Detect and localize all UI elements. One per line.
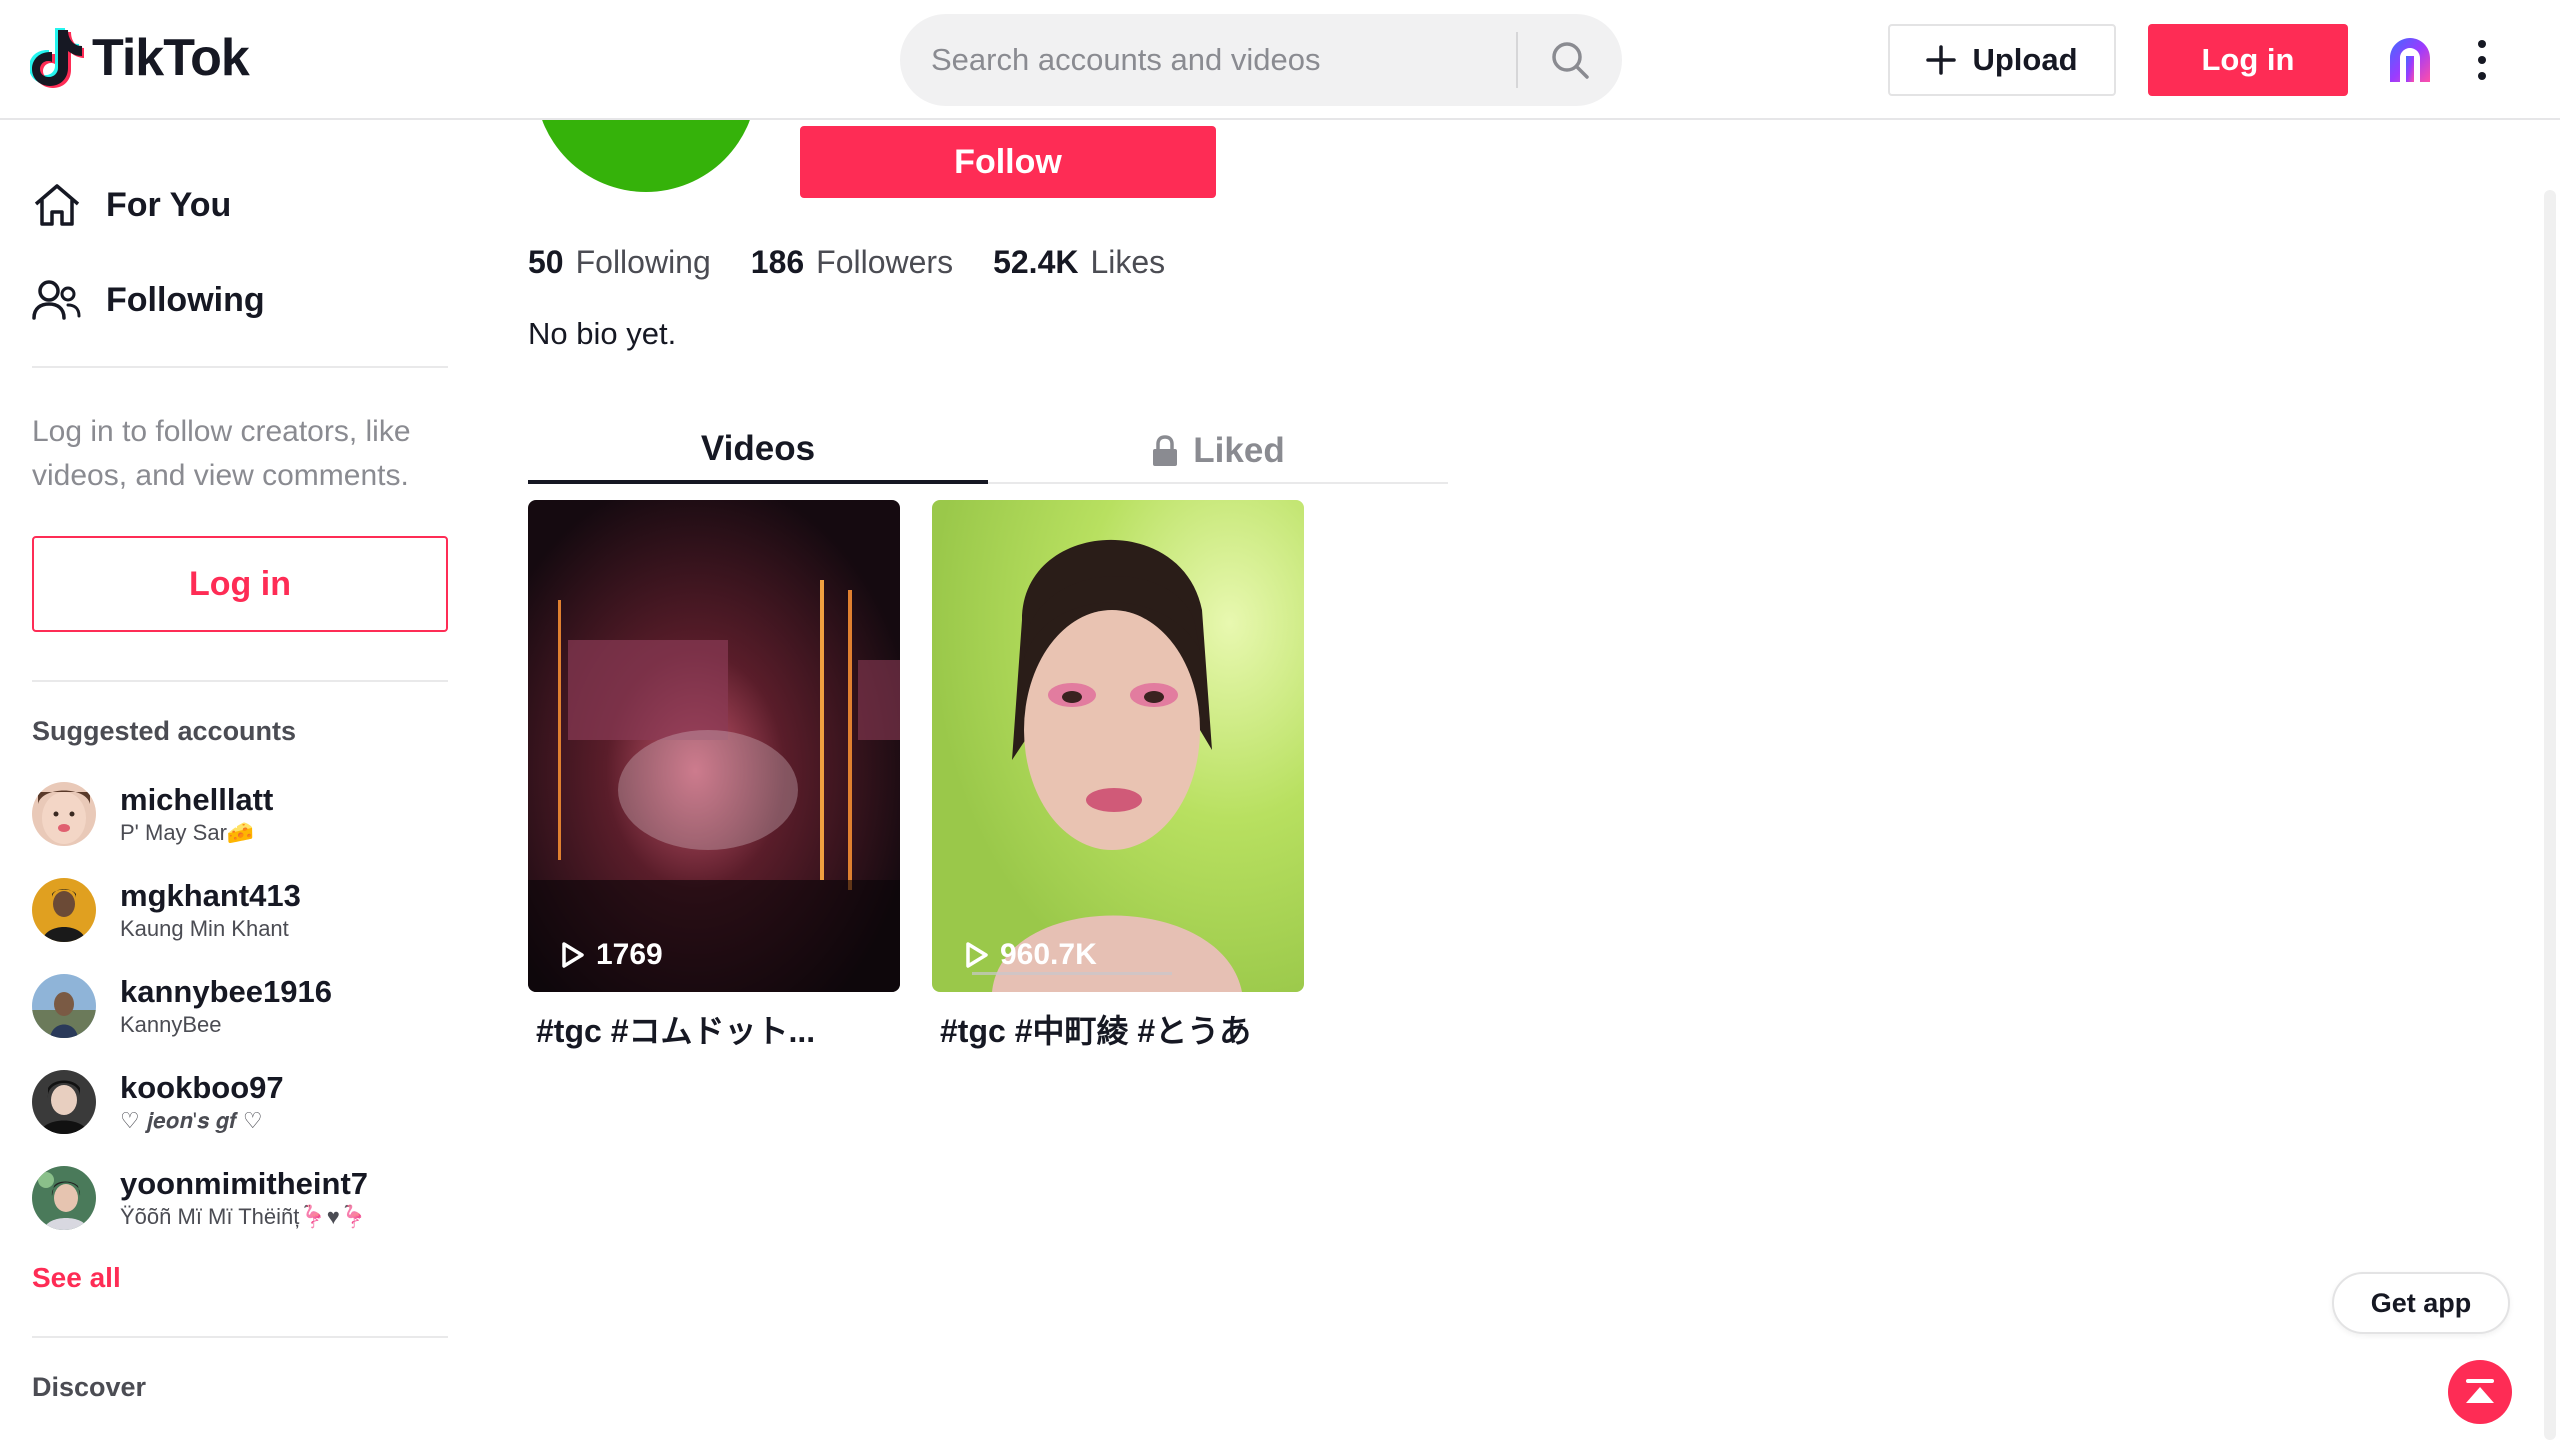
nav-following[interactable]: Following: [32, 278, 265, 322]
view-count-text: 960.7K: [1000, 938, 1097, 971]
account-display-name: Kaung Min Khant: [120, 916, 289, 941]
video-caption[interactable]: #tgc #中町綾 #とうあ: [932, 1006, 1304, 1052]
scroll-to-top-button[interactable]: [2448, 1360, 2512, 1424]
suggested-account[interactable]: kannybee1916 KannyBee: [32, 972, 332, 1040]
play-icon: [562, 942, 584, 968]
video-thumbnail[interactable]: 1769: [528, 500, 900, 992]
account-username: kookboo97: [120, 1070, 284, 1105]
followers-count: 186: [750, 244, 805, 280]
search-bar: [900, 14, 1622, 106]
top-header: TikTok Upload Log in: [0, 0, 2560, 120]
search-input[interactable]: [900, 14, 1516, 106]
suggested-account[interactable]: mgkhant413 Kaung Min Khant: [32, 876, 301, 944]
video-thumbnail-image: [528, 500, 900, 992]
avatar: [32, 1166, 96, 1230]
sidebar-login-button[interactable]: Log in: [32, 536, 448, 632]
account-username: mgkhant413: [120, 878, 301, 913]
video-thumbnail-image: [932, 500, 1304, 992]
users-icon: [32, 280, 81, 320]
app-launcher-icon[interactable]: [2384, 36, 2436, 84]
avatar: [32, 782, 96, 846]
likes-count: 52.4K: [993, 244, 1079, 280]
home-icon: [34, 184, 80, 226]
view-count-text: 1769: [596, 938, 663, 971]
suggested-accounts-title: Suggested accounts: [32, 716, 297, 746]
profile-tabs: Videos Liked: [528, 418, 1448, 484]
get-app-button[interactable]: Get app: [2332, 1272, 2510, 1334]
video-thumbnail[interactable]: 960.7K: [932, 500, 1304, 992]
sidebar-divider: [32, 1336, 448, 1338]
play-icon: [966, 942, 988, 968]
follow-button[interactable]: Follow: [800, 126, 1216, 198]
followers-label: Followers: [816, 244, 954, 280]
avatar: [32, 1070, 96, 1134]
scrollbar[interactable]: [2544, 190, 2556, 1440]
suggested-account[interactable]: michelllatt P' May Sar🧀: [32, 780, 273, 848]
logo-text: TikTok: [92, 29, 250, 87]
likes-label: Likes: [1090, 244, 1166, 280]
account-username: kannybee1916: [120, 974, 332, 1009]
sidebar: For You Following Log in to follow creat…: [0, 122, 460, 1440]
avatar: [32, 974, 96, 1038]
account-username: michelllatt: [120, 782, 274, 817]
following-count: 50: [528, 244, 564, 280]
video-card[interactable]: 960.7K #tgc #中町綾 #とうあ: [932, 500, 1304, 1052]
discover-title: Discover: [32, 1372, 147, 1402]
nav-for-you[interactable]: For You: [32, 182, 231, 228]
sidebar-divider: [32, 366, 448, 368]
header-login-button[interactable]: Log in: [2148, 24, 2348, 96]
video-caption[interactable]: #tgc #コムドット...: [528, 1006, 900, 1052]
following-stat[interactable]: 50 Following: [528, 244, 711, 281]
search-icon: [1552, 42, 1589, 79]
avatar: [32, 878, 96, 942]
tab-videos-label: Videos: [700, 429, 816, 468]
account-display-name: KannyBee: [120, 1012, 222, 1037]
more-options-icon[interactable]: [2474, 40, 2490, 80]
likes-stat: 52.4K Likes: [993, 244, 1165, 281]
profile-bio: No bio yet.: [528, 316, 677, 351]
suggested-account[interactable]: yoonmimitheint7 Ÿõõñ Mï Mï Thëiñț🦩♥🦩: [32, 1164, 368, 1232]
account-display-name: Ÿõõñ Mï Mï Thëiñț🦩♥🦩: [120, 1204, 368, 1229]
tab-videos[interactable]: Videos: [528, 418, 988, 484]
sidebar-divider: [32, 680, 448, 682]
account-username: yoonmimitheint7: [120, 1166, 369, 1201]
tiktok-logo[interactable]: TikTok: [30, 28, 250, 88]
view-count: 1769: [560, 938, 663, 972]
tiktok-logo-icon: [30, 28, 84, 88]
arrow-up-icon: [2466, 1379, 2494, 1403]
account-display-name: P' May Sar🧀: [120, 820, 255, 845]
tab-liked[interactable]: Liked: [988, 418, 1448, 484]
upload-label: Upload: [1972, 42, 2078, 77]
followers-stat[interactable]: 186 Followers: [751, 244, 953, 281]
nav-for-you-label: For You: [106, 185, 232, 224]
see-all-link[interactable]: See all: [32, 1262, 121, 1294]
nav-following-label: Following: [106, 280, 265, 319]
profile-stats: 50 Following 186 Followers 52.4K Likes: [528, 244, 1165, 281]
suggested-account[interactable]: kookboo97 ♡ 𝒋𝒆𝒐𝒏'𝒔 𝒈𝒇 ♡: [32, 1068, 284, 1136]
upload-button[interactable]: Upload: [1888, 24, 2116, 96]
view-count: 960.7K: [964, 938, 1097, 972]
tab-liked-label: Liked: [1193, 431, 1285, 470]
login-hint-text: Log in to follow creators, like videos, …: [32, 415, 411, 492]
lock-icon: [1153, 435, 1178, 466]
search-button[interactable]: [1518, 14, 1622, 106]
account-display-name: ♡ 𝒋𝒆𝒐𝒏'𝒔 𝒈𝒇 ♡: [120, 1108, 263, 1133]
following-label: Following: [575, 244, 711, 280]
video-card[interactable]: 1769 #tgc #コムドット...: [528, 500, 900, 1052]
plus-icon: [1926, 45, 1957, 75]
